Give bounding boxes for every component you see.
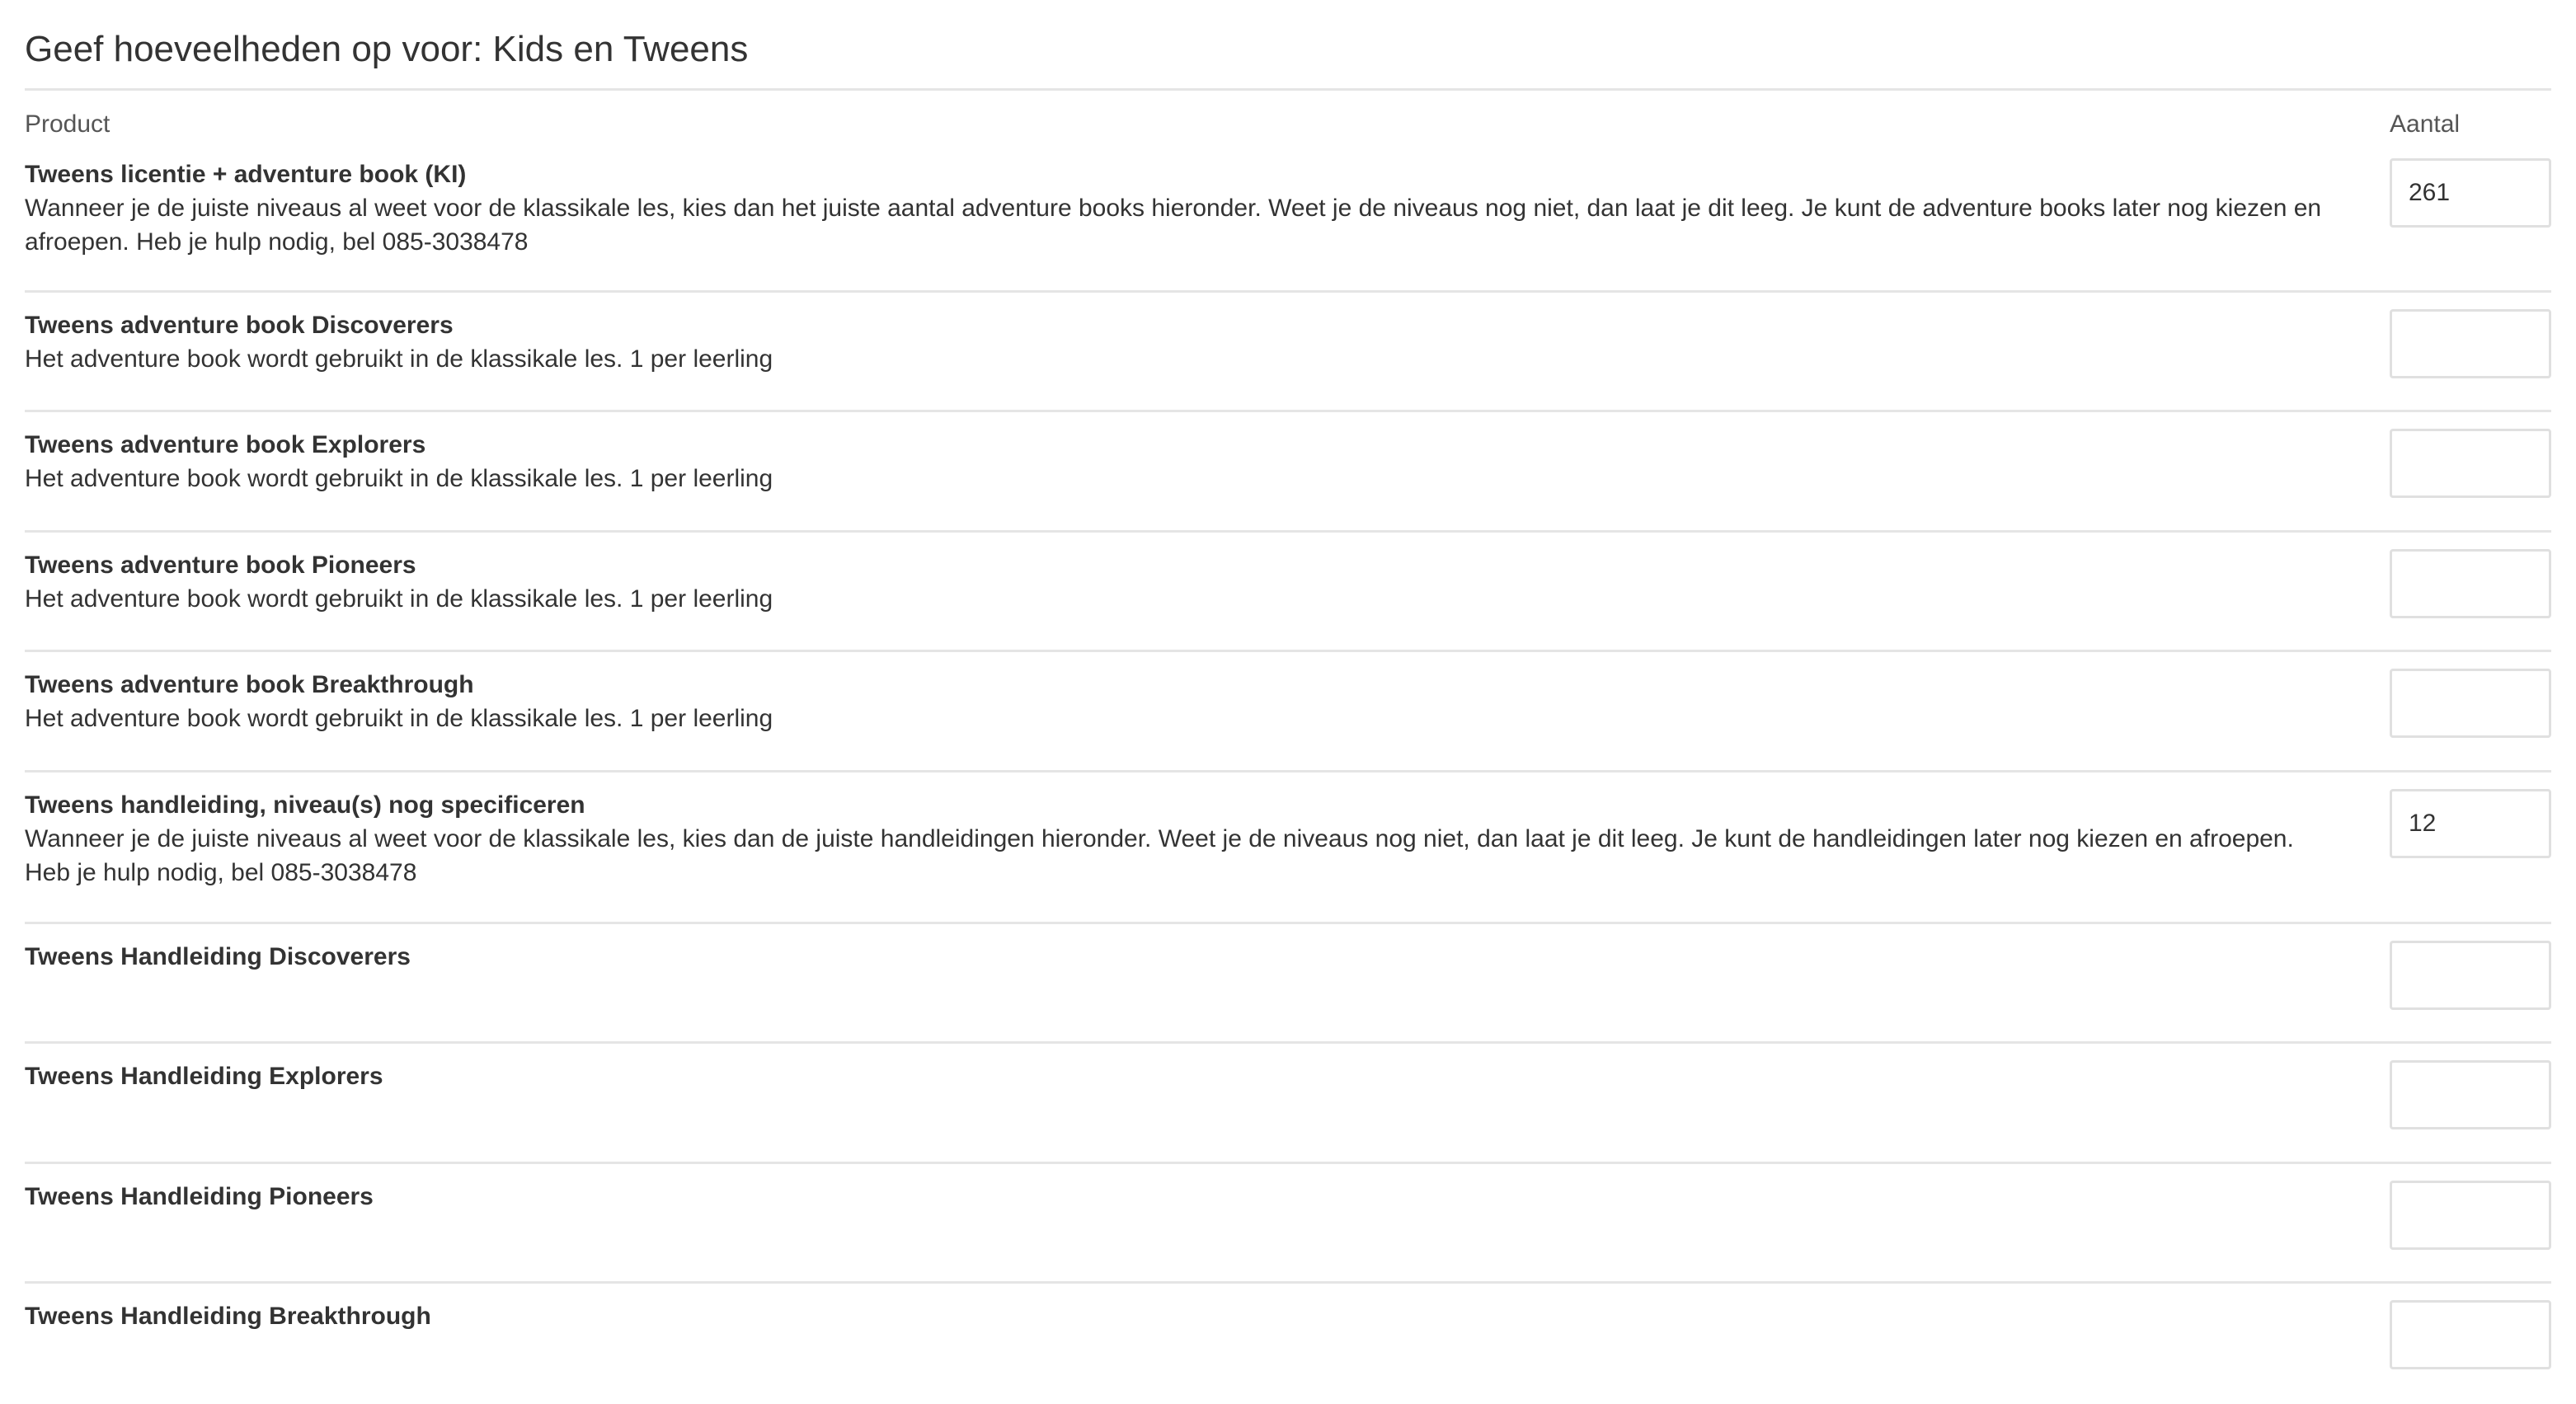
product-name: Tweens Handleiding Breakthrough bbox=[25, 1303, 431, 1330]
product-description: Wanneer je de juiste niveaus al weet voo… bbox=[25, 825, 2294, 886]
quantity-cell bbox=[2390, 941, 2551, 1010]
product-name: Tweens Handleiding Discoverers bbox=[25, 943, 411, 970]
product-info: Tweens adventure book Discoverers Het ad… bbox=[25, 309, 2390, 376]
product-info: Tweens adventure book Pioneers Het adven… bbox=[25, 549, 2390, 616]
product-row: Tweens adventure book Discoverers Het ad… bbox=[25, 293, 2551, 412]
product-name: Tweens adventure book Pioneers bbox=[25, 552, 416, 579]
quantity-input[interactable] bbox=[2390, 158, 2551, 228]
quantity-cell bbox=[2390, 1300, 2551, 1369]
product-description: Het adventure book wordt gebruikt in de … bbox=[25, 345, 773, 373]
quantity-input[interactable] bbox=[2390, 1060, 2551, 1129]
product-row: Tweens Handleiding Explorers bbox=[25, 1044, 2551, 1164]
product-row: Tweens adventure book Pioneers Het adven… bbox=[25, 533, 2551, 652]
product-info: Tweens adventure book Explorers Het adve… bbox=[25, 429, 2390, 495]
quantity-input[interactable] bbox=[2390, 789, 2551, 858]
product-name: Tweens handleiding, niveau(s) nog specif… bbox=[25, 791, 585, 819]
quantity-cell bbox=[2390, 549, 2551, 618]
quantity-input[interactable] bbox=[2390, 549, 2551, 618]
quantity-input[interactable] bbox=[2390, 941, 2551, 1010]
product-description: Het adventure book wordt gebruikt in de … bbox=[25, 465, 773, 492]
quantity-input[interactable] bbox=[2390, 1300, 2551, 1369]
product-row: Tweens Handleiding Breakthrough bbox=[25, 1284, 2551, 1404]
product-info: Tweens Handleiding Explorers bbox=[25, 1060, 2390, 1093]
product-name: Tweens licentie + adventure book (KI) bbox=[25, 161, 467, 188]
product-row: Tweens adventure book Breakthrough Het a… bbox=[25, 652, 2551, 772]
table-header: Product Aantal bbox=[25, 91, 2551, 142]
product-list: Tweens licentie + adventure book (KI) Wa… bbox=[25, 142, 2551, 1404]
product-info: Tweens Handleiding Breakthrough bbox=[25, 1300, 2390, 1333]
product-info: Tweens Handleiding Discoverers bbox=[25, 941, 2390, 974]
column-header-quantity: Aantal bbox=[2390, 110, 2461, 138]
product-description: Wanneer je de juiste niveaus al weet voo… bbox=[25, 195, 2322, 256]
product-row: Tweens adventure book Explorers Het adve… bbox=[25, 412, 2551, 533]
product-row: Tweens Handleiding Pioneers bbox=[25, 1164, 2551, 1284]
product-description: Het adventure book wordt gebruikt in de … bbox=[25, 585, 773, 613]
product-row: Tweens handleiding, niveau(s) nog specif… bbox=[25, 772, 2551, 924]
product-description: Het adventure book wordt gebruikt in de … bbox=[25, 705, 773, 732]
quantity-cell bbox=[2390, 789, 2551, 858]
product-info: Tweens licentie + adventure book (KI) Wa… bbox=[25, 158, 2390, 259]
quantity-cell bbox=[2390, 429, 2551, 498]
product-name: Tweens adventure book Breakthrough bbox=[25, 671, 474, 698]
quantity-input[interactable] bbox=[2390, 669, 2551, 738]
product-name: Tweens adventure book Explorers bbox=[25, 431, 426, 458]
column-header-product: Product bbox=[25, 110, 110, 138]
product-info: Tweens adventure book Breakthrough Het a… bbox=[25, 669, 2390, 735]
quantity-input[interactable] bbox=[2390, 429, 2551, 498]
quantity-cell bbox=[2390, 1060, 2551, 1129]
product-name: Tweens Handleiding Pioneers bbox=[25, 1183, 374, 1210]
product-name: Tweens adventure book Discoverers bbox=[25, 312, 454, 339]
product-row: Tweens Handleiding Discoverers bbox=[25, 924, 2551, 1044]
quantity-input[interactable] bbox=[2390, 1181, 2551, 1250]
product-name: Tweens Handleiding Explorers bbox=[25, 1063, 383, 1090]
quantity-input[interactable] bbox=[2390, 309, 2551, 378]
quantity-cell bbox=[2390, 669, 2551, 738]
product-row: Tweens licentie + adventure book (KI) Wa… bbox=[25, 142, 2551, 293]
quantity-cell bbox=[2390, 1181, 2551, 1250]
quantity-cell bbox=[2390, 309, 2551, 378]
product-info: Tweens Handleiding Pioneers bbox=[25, 1181, 2390, 1214]
quantity-form-page: Geef hoeveelheden op voor: Kids en Tween… bbox=[0, 0, 2576, 1391]
product-info: Tweens handleiding, niveau(s) nog specif… bbox=[25, 789, 2390, 890]
page-title: Geef hoeveelheden op voor: Kids en Tween… bbox=[25, 0, 2551, 91]
quantity-cell bbox=[2390, 158, 2551, 228]
